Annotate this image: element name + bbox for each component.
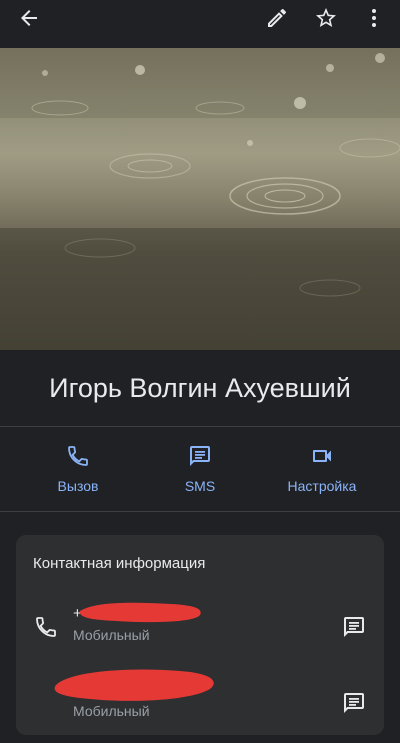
phone-icon: [68, 446, 88, 466]
edit-button[interactable]: [253, 0, 301, 36]
send-message-button[interactable]: [336, 609, 372, 645]
sms-action-label: SMS: [184, 478, 216, 494]
card-title: Контактная информация: [33, 555, 206, 572]
back-button[interactable]: [5, 0, 53, 36]
phone-type: Мобильный: [73, 627, 150, 643]
quick-actions: Вызов SMS Настройка: [0, 427, 400, 511]
arrow-back-icon: [21, 10, 37, 26]
favorite-button[interactable]: [302, 0, 350, 36]
video-call-icon: [313, 450, 331, 462]
star-outline-icon: [316, 8, 336, 27]
contact-info-card: Контактная информация + Мобильный Мобиль…: [16, 535, 384, 735]
call-action-button[interactable]: Вызов: [38, 427, 118, 511]
contact-name-section: Игорь Волгин Ахуевший: [0, 350, 400, 426]
contact-photo: [0, 48, 400, 350]
redaction-mark: [54, 669, 214, 701]
setup-video-action-button[interactable]: Настройка: [272, 427, 372, 511]
divider: [0, 511, 400, 512]
redaction-mark: [79, 602, 201, 623]
message-icon: [344, 693, 364, 713]
call-action-label: Вызов: [57, 478, 99, 494]
message-icon: [344, 617, 364, 637]
setup-video-action-label: Настройка: [287, 478, 357, 494]
message-icon: [190, 446, 210, 466]
phone-icon: [36, 617, 56, 637]
top-app-bar: [0, 0, 400, 48]
send-message-button[interactable]: [336, 685, 372, 721]
phone-type: Мобильный: [73, 703, 150, 719]
more-vert-icon: [372, 9, 376, 27]
phone-entry[interactable]: Мобильный: [16, 669, 384, 743]
pencil-icon: [268, 8, 287, 28]
phone-entry[interactable]: + Мобильный: [16, 597, 384, 667]
contact-name: Игорь Волгин Ахуевший: [49, 372, 351, 403]
more-options-button[interactable]: [350, 0, 398, 36]
sms-action-button[interactable]: SMS: [160, 427, 240, 511]
